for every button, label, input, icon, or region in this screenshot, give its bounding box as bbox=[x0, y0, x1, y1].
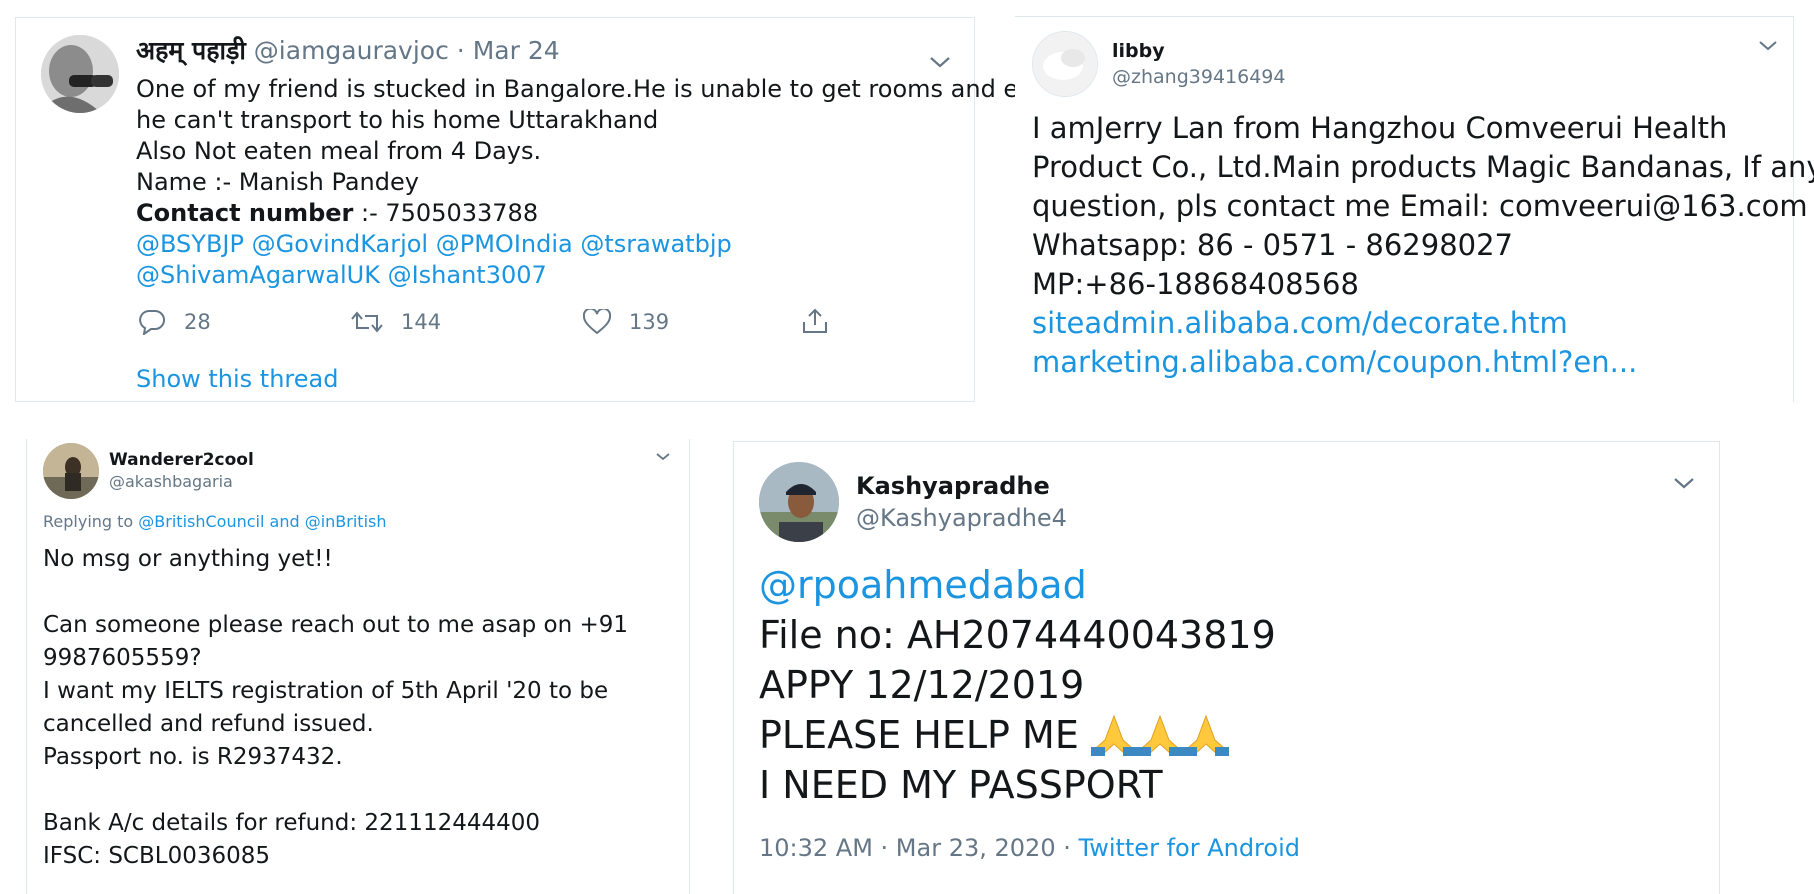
user-handle[interactable]: @akashbagaria bbox=[109, 471, 233, 493]
tweet-text-line: cancelled and refund issued. bbox=[43, 711, 374, 737]
tweet-text-line: Whatsapp: 86 - 0571 - 86298027 bbox=[1032, 228, 1513, 262]
avatar-photo-icon bbox=[759, 462, 839, 542]
chevron-down-icon[interactable] bbox=[655, 451, 671, 463]
tweet-text-line: Can someone please reach out to me asap … bbox=[43, 612, 628, 638]
contact-line: Contact number :- 7505033788 bbox=[136, 198, 538, 229]
mention-link[interactable]: @tsrawatbjp bbox=[580, 230, 731, 258]
tweet-card-1[interactable]: अहम् पहाड़ी @iamgauravjoc · Mar 24 One o… bbox=[15, 17, 1062, 402]
tweet-text-line: I want my IELTS registration of 5th Apri… bbox=[43, 678, 609, 704]
folded-hands-icon bbox=[1136, 714, 1183, 756]
mentions-line: @BSYBJP @GovindKarjol @PMOIndia @tsrawat… bbox=[136, 229, 732, 260]
avatar[interactable] bbox=[759, 462, 839, 542]
user-handle[interactable]: @Kashyapradhe4 bbox=[856, 503, 1067, 533]
tweet-text-line: he can't transport to his home Uttarakha… bbox=[136, 106, 659, 134]
folded-hands-icon bbox=[1090, 714, 1137, 756]
chevron-down-icon[interactable] bbox=[1672, 475, 1696, 491]
heart-icon bbox=[583, 309, 611, 335]
avatar-photo-icon bbox=[1033, 32, 1097, 96]
separator-dot: · bbox=[456, 36, 465, 65]
tweet-text-line: Passport no. is R2937432. bbox=[43, 744, 343, 770]
mention-link[interactable]: @BSYBJP bbox=[136, 230, 244, 258]
tweet-text-line: 9987605559? bbox=[43, 645, 202, 671]
replying-to-line: Replying to @BritishCouncil and @inBriti… bbox=[43, 511, 387, 533]
retweet-count: 144 bbox=[401, 310, 442, 334]
user-handle[interactable]: @iamgauravjoc bbox=[254, 36, 449, 65]
avatar[interactable] bbox=[43, 443, 99, 499]
tweet-text-line: File no: AH2074440043819 bbox=[759, 613, 1276, 657]
tweet-text-line: MP:+86-18868408568 bbox=[1032, 267, 1359, 301]
share-icon bbox=[803, 308, 827, 333]
tweet-text-line: I amJerry Lan from Hangzhou Comveerui He… bbox=[1032, 111, 1728, 145]
reply-button[interactable]: 28 bbox=[138, 309, 211, 335]
tweet-text-line: One of my friend is stucked in Bangalore… bbox=[136, 75, 1063, 103]
mention-link[interactable]: @PMOIndia bbox=[436, 230, 573, 258]
mention-link[interactable]: @ShivamAgarwalUK bbox=[136, 261, 380, 289]
chevron-down-icon[interactable] bbox=[928, 54, 952, 70]
like-count: 139 bbox=[629, 310, 670, 334]
contact-value: :- 7505033788 bbox=[353, 199, 539, 227]
chevron-down-icon[interactable] bbox=[1758, 39, 1778, 53]
share-button[interactable] bbox=[801, 307, 829, 335]
folded-hands-icon bbox=[1182, 714, 1229, 756]
tweet-text-line: question, pls contact me Email: comveeru… bbox=[1032, 189, 1808, 223]
replying-and: and bbox=[269, 512, 300, 531]
tweet-source-link[interactable]: Twitter for Android bbox=[1079, 834, 1300, 862]
tweet-timestamp[interactable]: 10:32 AM · Mar 23, 2020 · bbox=[759, 834, 1071, 862]
reply-icon bbox=[139, 310, 165, 335]
display-name[interactable]: Kashyapradhe bbox=[856, 472, 1050, 500]
mention-link[interactable]: @GovindKarjol bbox=[252, 230, 429, 258]
tweet-text-line: Also Not eaten meal from 4 Days. bbox=[136, 137, 542, 165]
mentions-line: @ShivamAgarwalUK @Ishant3007 bbox=[136, 260, 547, 291]
tweet-text-line: Name :- Manish Pandey bbox=[136, 168, 419, 196]
replying-prefix: Replying to bbox=[43, 512, 134, 531]
tweet-card-2[interactable]: libby @zhang39416494 I amJerry Lan from … bbox=[1015, 16, 1814, 402]
url-link[interactable]: marketing.alibaba.com/coupon.html?en... bbox=[1032, 343, 1637, 382]
display-name[interactable]: Wanderer2cool bbox=[109, 450, 254, 470]
user-handle[interactable]: @zhang39416494 bbox=[1112, 64, 1285, 90]
tweet-date[interactable]: Mar 24 bbox=[473, 36, 560, 65]
show-thread-link[interactable]: Show this thread bbox=[136, 364, 338, 394]
tweet-card-3[interactable]: Wanderer2cool @akashbagaria Replying to … bbox=[26, 439, 690, 894]
tweet-text-line: I NEED MY PASSPORT bbox=[759, 763, 1163, 807]
contact-label: Contact number bbox=[136, 199, 354, 227]
display-name[interactable]: libby bbox=[1112, 40, 1165, 62]
tweet-text: PLEASE HELP ME bbox=[759, 713, 1079, 757]
mention-link[interactable]: @BritishCouncil bbox=[138, 512, 264, 531]
reply-count: 28 bbox=[184, 310, 211, 334]
tweet-card-4[interactable]: Kashyapradhe @Kashyapradhe4 @rpoahmedaba… bbox=[733, 441, 1720, 894]
avatar-photo-icon bbox=[41, 35, 119, 113]
retweet-button[interactable]: 144 bbox=[351, 309, 441, 335]
avatar-photo-icon bbox=[43, 443, 99, 499]
tweet-text-line: Bank A/c details for refund: 22111244440… bbox=[43, 810, 541, 836]
tweet-text-line: No msg or anything yet!! bbox=[43, 546, 333, 572]
mention-link[interactable]: @rpoahmedabad bbox=[759, 560, 1087, 610]
tweet-meta: 10:32 AM · Mar 23, 2020 · Twitter for An… bbox=[759, 833, 1300, 863]
retweet-icon bbox=[351, 311, 383, 333]
display-name[interactable]: अहम् पहाड़ी bbox=[136, 36, 246, 65]
like-button[interactable]: 139 bbox=[583, 309, 669, 335]
tweet-text-line: IFSC: SCBL0036085 bbox=[43, 843, 271, 869]
mention-link[interactable]: @inBritish bbox=[305, 512, 387, 531]
tweet-text-line-with-emoji: PLEASE HELP ME bbox=[759, 710, 1229, 760]
url-link[interactable]: siteadmin.alibaba.com/decorate.htm bbox=[1032, 304, 1568, 343]
avatar[interactable] bbox=[41, 35, 119, 113]
tweet-text-line: APPY 12/12/2019 bbox=[759, 663, 1085, 707]
avatar[interactable] bbox=[1032, 31, 1098, 97]
tweet-text-line: Product Co., Ltd.Main products Magic Ban… bbox=[1032, 150, 1814, 184]
mention-link[interactable]: @Ishant3007 bbox=[388, 261, 547, 289]
